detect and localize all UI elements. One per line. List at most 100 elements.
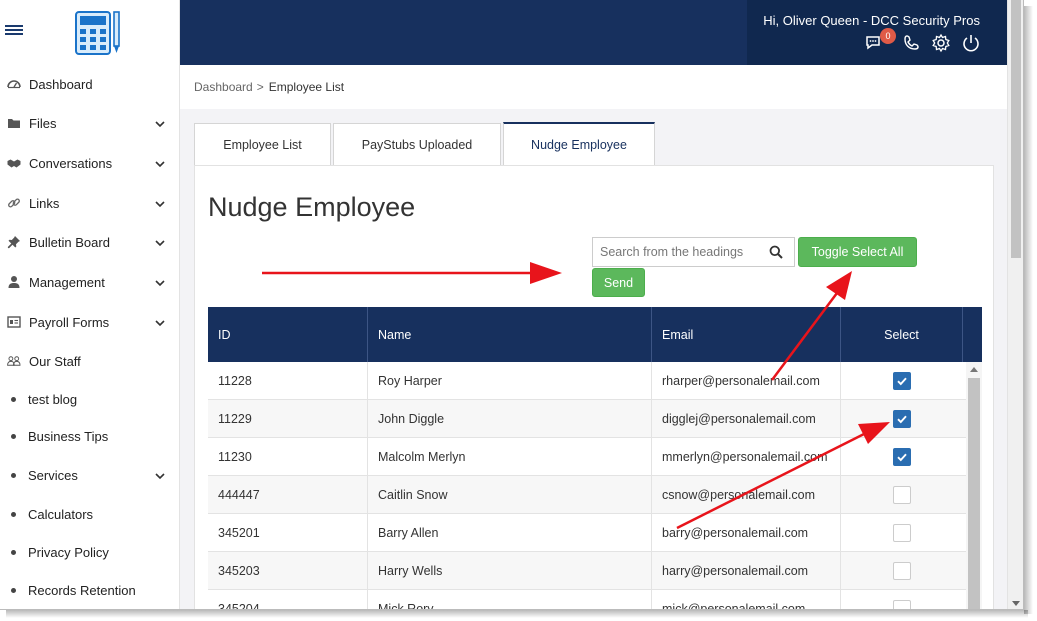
select-checkbox[interactable] (893, 562, 911, 580)
chevron-down-icon[interactable] (154, 197, 166, 209)
gear-icon[interactable] (931, 33, 951, 53)
cell-email: digglej@personalemail.com (652, 400, 841, 438)
table-row[interactable]: 11228 Roy Harper rharper@personalemail.com (208, 362, 966, 400)
search-icon[interactable] (769, 245, 783, 259)
table-row[interactable]: 345201 Barry Allen barry@personalemail.com (208, 514, 966, 552)
bullet-icon (11, 433, 16, 439)
bullet-icon (11, 549, 16, 555)
tab-employee-list[interactable]: Employee List (194, 123, 331, 165)
select-checkbox[interactable] (893, 448, 911, 466)
cell-select (841, 362, 963, 400)
window-shadow-bottom (6, 610, 1028, 618)
chevron-down-icon[interactable] (154, 276, 166, 288)
tab-nudge-employee[interactable]: Nudge Employee (503, 122, 655, 165)
select-checkbox[interactable] (893, 524, 911, 542)
cell-select (841, 438, 963, 476)
table-row[interactable]: 444447 Caitlin Snow csnow@personalemail.co… (208, 476, 966, 514)
sidebar-item-our-staff[interactable]: Our Staff (0, 347, 180, 375)
chevron-down-icon[interactable] (154, 157, 166, 169)
sidebar-item-privacy-policy[interactable]: Privacy Policy (0, 538, 180, 566)
sidebar-item-files[interactable]: Files (0, 109, 180, 137)
sidebar-item-label: test blog (28, 391, 78, 407)
chevron-down-icon[interactable] (154, 236, 166, 248)
sidebar-item-management[interactable]: Management (0, 268, 180, 296)
toggle-select-all-button[interactable]: Toggle Select All (798, 237, 917, 267)
column-header-select[interactable]: Select (841, 307, 963, 362)
sidebar-item-test-blog[interactable]: test blog (0, 385, 180, 413)
pin-icon (7, 235, 21, 249)
table-scrollbar[interactable] (966, 362, 982, 609)
cell-select (841, 476, 963, 514)
cell-name: Malcolm Merlyn (368, 438, 652, 476)
sidebar-item-services[interactable]: Services (0, 461, 180, 489)
select-checkbox[interactable] (893, 410, 911, 428)
main-content: Dashboard > Employee List Employee List … (180, 65, 1007, 609)
table-row[interactable]: 11229 John Diggle digglej@personalemail.co… (208, 400, 966, 438)
table-row[interactable]: 345203 Harry Wells harry@personalemail.com (208, 552, 966, 590)
nudge-panel: Nudge Employee Toggle Select All Send ID… (194, 165, 994, 609)
cell-name: Roy Harper (368, 362, 652, 400)
sidebar-item-conversations[interactable]: Conversations (0, 149, 180, 177)
support-icon[interactable] (901, 33, 921, 53)
sidebar-item-business-tips[interactable]: Business Tips (0, 422, 180, 450)
cell-id: 11228 (208, 362, 368, 400)
table-row[interactable]: 345204 Mick Rory mick@personalemail.com (208, 590, 966, 609)
sidebar-item-label: Files (29, 115, 57, 131)
cell-name: Barry Allen (368, 514, 652, 552)
power-icon[interactable] (961, 33, 981, 53)
hamburger-menu-icon[interactable] (5, 25, 23, 37)
breadcrumb: Dashboard > Employee List (180, 65, 1007, 109)
cell-email: barry@personalemail.com (652, 514, 841, 552)
select-checkbox[interactable] (893, 372, 911, 390)
scroll-down-arrow-icon[interactable] (1012, 601, 1020, 606)
chevron-down-icon[interactable] (154, 469, 166, 481)
sidebar-item-label: Links (29, 195, 60, 211)
breadcrumb-separator: > (256, 80, 264, 94)
sidebar-item-calculators[interactable]: Calculators (0, 500, 180, 528)
sidebar-item-label: Payroll Forms (29, 314, 110, 330)
dashboard-icon (7, 77, 21, 91)
link-icon (7, 196, 21, 210)
select-checkbox[interactable] (893, 600, 911, 609)
column-header-name[interactable]: Name (368, 307, 652, 362)
team-icon (7, 354, 21, 368)
scroll-up-arrow-icon[interactable] (970, 367, 978, 372)
sidebar-item-records-retention[interactable]: Records Retention (0, 576, 180, 604)
handshake-icon (7, 156, 21, 170)
search-box (592, 237, 795, 267)
chevron-down-icon[interactable] (154, 117, 166, 129)
sidebar-item-bulletin-board[interactable]: Bulletin Board (0, 228, 180, 256)
cell-select (841, 514, 963, 552)
search-input[interactable] (593, 245, 763, 259)
table-scrollbar-thumb[interactable] (968, 378, 980, 609)
page-scrollbar[interactable] (1007, 0, 1023, 609)
sidebar-item-links[interactable]: Links (0, 189, 180, 217)
cell-email: harry@personalemail.com (652, 552, 841, 590)
window-shadow-right (1024, 6, 1033, 614)
breadcrumb-dashboard-link[interactable]: Dashboard (194, 80, 253, 94)
tab-paystubs-uploaded[interactable]: PayStubs Uploaded (333, 123, 501, 165)
sidebar-item-label: Conversations (29, 155, 113, 171)
notification-badge[interactable]: 0 (880, 28, 896, 44)
bullet-icon (11, 511, 16, 517)
user-icon (7, 275, 21, 289)
table-header: ID Name Email Select (208, 307, 982, 362)
sidebar-item-dashboard[interactable]: Dashboard (0, 70, 180, 98)
cell-id: 345204 (208, 590, 368, 609)
page-scrollbar-thumb[interactable] (1011, 0, 1021, 258)
sidebar-item-label: Calculators (28, 506, 94, 522)
app-window: Dashboard Files Conversations Links Bulletin… (0, 0, 1024, 610)
select-checkbox[interactable] (893, 486, 911, 504)
breadcrumb-current: Employee List (268, 80, 345, 94)
sidebar-item-payroll-forms[interactable]: Payroll Forms (0, 308, 180, 336)
send-button[interactable]: Send (592, 268, 645, 297)
column-header-id[interactable]: ID (208, 307, 368, 362)
column-header-email[interactable]: Email (652, 307, 841, 362)
user-greeting: Hi, Oliver Queen - DCC Security Pros (763, 13, 980, 28)
bullet-icon (11, 396, 16, 402)
chevron-down-icon[interactable] (154, 316, 166, 328)
sidebar-item-label: Records Retention (28, 582, 136, 598)
sidebar-item-label: Services (28, 467, 78, 483)
table-row[interactable]: 11230 Malcolm Merlyn mmerlyn@personalemail… (208, 438, 966, 476)
cell-email: rharper@personalemail.com (652, 362, 841, 400)
